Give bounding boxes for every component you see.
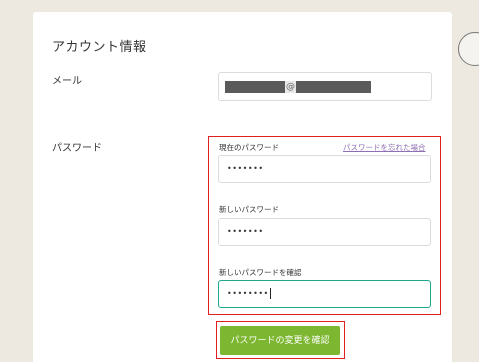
- confirm-password-label: 新しいパスワードを確認: [219, 268, 302, 277]
- email-mask-domain: [296, 80, 371, 93]
- section-title: アカウント情報: [52, 40, 147, 55]
- email-mask-local: [225, 80, 285, 93]
- new-password-input[interactable]: •••••••: [218, 218, 431, 246]
- current-password-input[interactable]: •••••••: [218, 155, 431, 183]
- new-password-label: 新しいパスワード: [219, 205, 279, 214]
- forgot-password-link[interactable]: パスワードを忘れた場合: [343, 142, 426, 153]
- current-password-value: •••••••: [227, 164, 264, 173]
- account-card: アカウント情報 メール @ パスワード 現在のパスワード パスワードを忘れた場合…: [33, 12, 452, 362]
- email-field[interactable]: @: [218, 72, 432, 101]
- email-label: メール: [52, 76, 82, 87]
- avatar[interactable]: [458, 32, 479, 66]
- password-label: パスワード: [52, 143, 102, 154]
- current-password-label: 現在のパスワード: [219, 143, 279, 152]
- confirm-password-input[interactable]: ••••••••: [218, 280, 431, 308]
- account-page: アカウント情報 メール @ パスワード 現在のパスワード パスワードを忘れた場合…: [0, 0, 479, 362]
- text-caret: [269, 288, 271, 299]
- confirm-password-change-button[interactable]: パスワードの変更を確認: [220, 326, 340, 355]
- confirm-password-value: ••••••••: [227, 289, 269, 298]
- email-at-sign: @: [285, 80, 296, 93]
- new-password-value: •••••••: [227, 227, 264, 236]
